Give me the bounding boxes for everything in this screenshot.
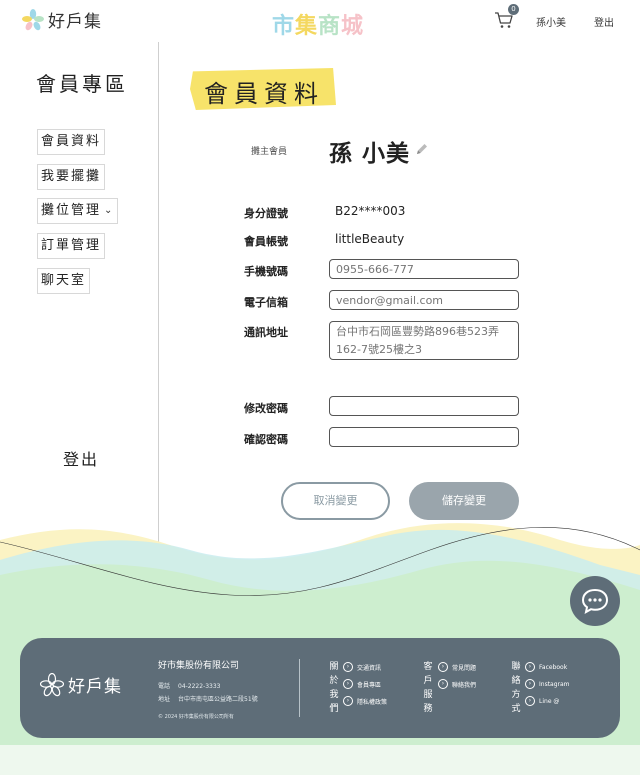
user-name-link[interactable]: 孫小美 <box>536 14 566 29</box>
copyright: © 2024 好市集股份有限公司所有 <box>158 714 234 720</box>
sidebar-title: 會員專區 <box>36 72 128 96</box>
arrow-right-icon: › <box>525 662 535 672</box>
save-button[interactable]: 儲存變更 <box>409 482 519 520</box>
account-value: littleBeauty <box>335 232 405 246</box>
footer-link-traffic[interactable]: › 交通資訊 <box>343 662 381 672</box>
footer-link-instagram[interactable]: › Instagram <box>525 679 570 689</box>
company-phone: 電話 04-2222-3333 <box>158 681 221 690</box>
sidebar-item-label: 聊天室 <box>41 273 87 288</box>
arrow-right-icon: › <box>525 696 535 706</box>
sidebar-item-label: 訂單管理 <box>41 238 102 253</box>
page-title-block: 會員資料 <box>190 68 336 110</box>
email-label: 電子信箱 <box>244 296 288 309</box>
flower-logo-icon <box>40 672 64 696</box>
address-input[interactable] <box>329 321 519 360</box>
footer-link-label: 常見問題 <box>452 664 477 672</box>
account-label: 會員帳號 <box>244 235 288 248</box>
flower-logo-icon <box>22 8 44 30</box>
cart-count-badge: 0 <box>508 4 519 15</box>
arrow-right-icon: › <box>525 679 535 689</box>
footer-link-member[interactable]: › 會員專區 <box>343 679 381 689</box>
phone-label: 手機號碼 <box>244 265 288 278</box>
chat-button[interactable] <box>570 576 620 626</box>
site-logo[interactable]: 好戶集 <box>22 7 102 32</box>
company-address: 地址 台中市南屯區公益路二段51號 <box>158 694 258 703</box>
brand-title[interactable]: 市集商城 <box>272 8 364 40</box>
member-name: 孫 小美 <box>329 141 411 167</box>
footer-link-line[interactable]: › Line @ <box>525 696 559 706</box>
brand-char: 市 <box>272 14 296 39</box>
sidebar-item-label: 會員資料 <box>41 134 102 149</box>
sidebar-logout-link[interactable]: 登出 <box>63 446 99 470</box>
phone-input[interactable] <box>329 259 519 279</box>
footer-link-facebook[interactable]: › Facebook <box>525 662 567 672</box>
footer-contact-title: 聯絡方式 <box>511 662 521 714</box>
id-number-value: B22****003 <box>335 204 406 218</box>
pencil-icon[interactable] <box>415 142 429 156</box>
brand-char: 集 <box>295 14 319 39</box>
footer-about-title: 關於我們 <box>329 662 339 714</box>
footer-service-title: 客戶服務 <box>423 662 433 714</box>
cancel-button[interactable]: 取消變更 <box>281 482 390 520</box>
password-input[interactable] <box>329 396 519 416</box>
header: 好戶集 市集商城 0 孫小美 登出 <box>0 0 640 40</box>
arrow-right-icon: › <box>438 679 448 689</box>
confirm-password-label: 確認密碼 <box>244 433 288 446</box>
arrow-right-icon: › <box>343 662 353 672</box>
id-number-label: 身分證號 <box>244 207 288 220</box>
sidebar-item-label: 我要擺攤 <box>41 169 102 184</box>
footer-link-privacy[interactable]: › 隱私權政策 <box>343 696 387 706</box>
header-logout-link[interactable]: 登出 <box>594 14 614 29</box>
address-key: 地址 <box>158 696 171 703</box>
chevron-down-icon: ⌄ <box>104 205 115 216</box>
logo-text: 好戶集 <box>48 12 102 32</box>
confirm-password-input[interactable] <box>329 427 519 447</box>
footer-link-faq[interactable]: › 常見問題 <box>438 662 476 672</box>
footer-link-contact[interactable]: › 聯絡我們 <box>438 679 476 689</box>
sidebar-item-chatroom[interactable]: 聊天室 <box>37 268 91 294</box>
company-name: 好市集股份有限公司 <box>158 661 240 671</box>
footer-logo-text: 好戶集 <box>68 677 122 697</box>
sidebar-divider <box>158 42 159 568</box>
sidebar-item-booth-management[interactable]: 攤位管理 ⌄ <box>37 198 119 224</box>
footer-divider <box>299 659 300 717</box>
footer-link-label: Instagram <box>539 680 570 688</box>
brand-char: 商 <box>318 14 342 39</box>
page-title: 會員資料 <box>204 80 324 108</box>
sidebar-item-label: 攤位管理 <box>41 203 102 218</box>
email-input[interactable] <box>329 290 519 310</box>
footer-link-label: Facebook <box>539 663 568 671</box>
footer-link-label: 聯絡我們 <box>452 681 477 689</box>
address-label: 通訊地址 <box>244 326 288 339</box>
arrow-right-icon: › <box>343 679 353 689</box>
chat-icon <box>581 588 609 614</box>
footer-link-label: 隱私權政策 <box>357 698 388 706</box>
phone-value: 04-2222-3333 <box>178 683 221 690</box>
member-type-label: 攤主會員 <box>251 147 288 157</box>
sidebar-item-apply-booth[interactable]: 我要擺攤 <box>37 164 106 190</box>
footer-link-label: 會員專區 <box>357 681 382 689</box>
arrow-right-icon: › <box>438 662 448 672</box>
brand-char: 城 <box>341 14 365 39</box>
arrow-right-icon: › <box>343 696 353 706</box>
footer: 好戶集 好市集股份有限公司 電話 04-2222-3333 地址 台中市南屯區公益路… <box>20 638 620 738</box>
footer-link-label: 交通資訊 <box>357 664 382 672</box>
footer-link-label: Line @ <box>539 697 560 705</box>
sidebar-item-member-info[interactable]: 會員資料 <box>37 129 106 155</box>
address-value: 台中市南屯區公益路二段51號 <box>178 696 258 703</box>
footer-logo[interactable]: 好戶集 <box>40 672 122 697</box>
sidebar-item-order-management[interactable]: 訂單管理 <box>37 233 106 259</box>
password-label: 修改密碼 <box>244 402 288 415</box>
phone-key: 電話 <box>158 683 171 690</box>
